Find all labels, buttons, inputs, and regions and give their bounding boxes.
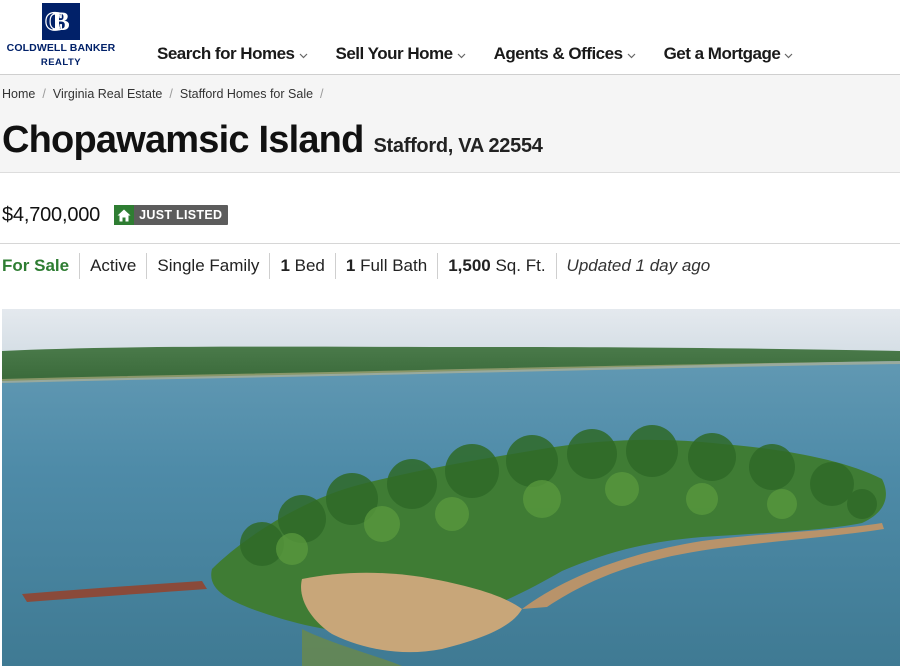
page-title: Chopawamsic Island: [2, 119, 364, 161]
breadcrumb-separator: /: [320, 87, 324, 101]
chevron-down-icon: [627, 44, 636, 64]
chevron-down-icon: [784, 44, 793, 64]
nav-get-a-mortgage[interactable]: Get a Mortgage: [664, 42, 794, 66]
breadcrumb-virginia-real-estate[interactable]: Virginia Real Estate: [53, 87, 163, 101]
just-listed-badge: JUST LISTED: [114, 205, 229, 225]
breadcrumb-stafford-homes[interactable]: Stafford Homes for Sale: [180, 87, 313, 101]
listing-location: Stafford, VA 22554: [373, 135, 543, 157]
nav-agents-offices[interactable]: Agents & Offices: [494, 42, 636, 66]
brand-name: COLDWELL BANKER: [6, 42, 116, 54]
breadcrumb-separator: /: [169, 87, 173, 101]
listing-price: $4,700,000: [2, 203, 101, 226]
chevron-down-icon: [299, 44, 308, 64]
bath-count: 1 Full Bath: [334, 253, 437, 279]
chevron-down-icon: [457, 44, 466, 64]
listing-state: Active: [79, 253, 146, 279]
divider: [0, 243, 900, 244]
price-row: $4,700,000 JUST LISTED: [2, 201, 229, 229]
cb-monogram-icon: B C: [42, 3, 80, 40]
listing-heading-band: Home / Virginia Real Estate / Stafford H…: [0, 75, 900, 173]
island-aerial-photo: [2, 309, 900, 666]
sqft-value: 1,500: [448, 256, 491, 275]
nav-label: Agents & Offices: [493, 44, 623, 63]
home-icon: [114, 205, 135, 225]
bed-count-label: Bed: [294, 256, 325, 275]
bath-count-label: Full Bath: [360, 256, 428, 275]
bath-count-value: 1: [345, 256, 356, 275]
svg-text:C: C: [45, 7, 64, 36]
listing-photo[interactable]: [2, 309, 900, 666]
badge-label: JUST LISTED: [139, 208, 223, 222]
brand-subname: REALTY: [40, 57, 82, 68]
brand-logo[interactable]: B C COLDWELL BANKER REALTY: [0, 2, 122, 72]
listing-facts: For Sale Active Single Family 1 Bed 1 Fu…: [2, 252, 720, 280]
property-type: Single Family: [146, 253, 269, 279]
main-nav: Search for Homes Sell Your Home Agents &…: [157, 42, 821, 66]
sqft-label: Sq. Ft.: [495, 256, 546, 275]
listing-status: For Sale: [2, 256, 70, 275]
updated-timestamp: Updated 1 day ago: [555, 253, 721, 279]
bed-count-value: 1: [280, 256, 290, 275]
nav-sell-your-home[interactable]: Sell Your Home: [336, 42, 466, 66]
breadcrumb: Home / Virginia Real Estate / Stafford H…: [2, 87, 331, 101]
nav-label: Sell Your Home: [335, 44, 454, 63]
site-header: B C COLDWELL BANKER REALTY Search for Ho…: [0, 0, 900, 75]
nav-label: Get a Mortgage: [663, 44, 781, 63]
square-footage: 1,500 Sq. Ft.: [437, 253, 555, 279]
bed-count: 1 Bed: [269, 253, 334, 279]
nav-search-for-homes[interactable]: Search for Homes: [157, 42, 308, 66]
nav-label: Search for Homes: [157, 44, 295, 63]
breadcrumb-home[interactable]: Home: [2, 87, 35, 101]
breadcrumb-separator: /: [42, 87, 46, 101]
title-row: Chopawamsic Island Stafford, VA 22554: [2, 119, 543, 162]
